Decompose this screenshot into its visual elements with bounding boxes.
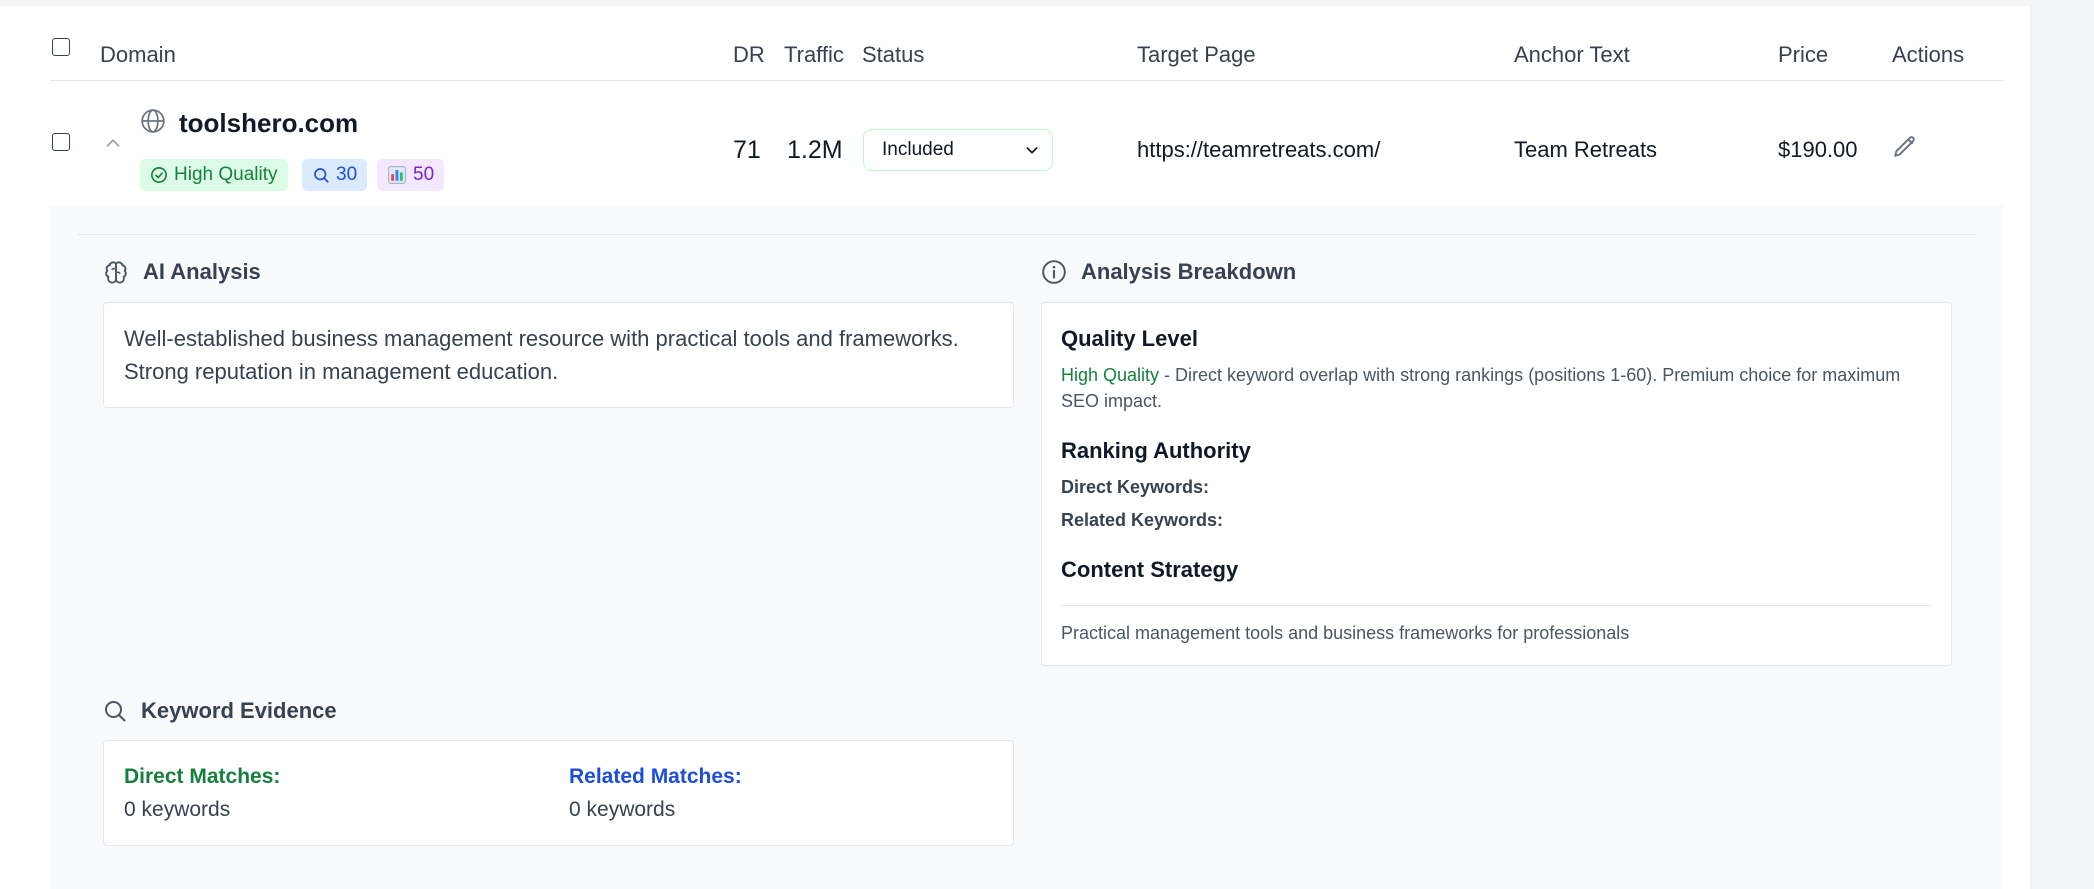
related-matches-value: 0 keywords [569, 798, 676, 821]
content-strategy-heading: Content Strategy [1061, 557, 1239, 582]
column-header-target-page[interactable]: Target Page [1137, 42, 1256, 68]
keyword-count-value: 30 [336, 164, 358, 185]
quality-badge: High Quality [140, 159, 288, 191]
quality-badge-label: High Quality [174, 164, 278, 185]
direct-matches-label: Direct Matches: [124, 765, 281, 788]
analysis-breakdown-title-text: Analysis Breakdown [1081, 259, 1297, 284]
chevron-down-icon [1026, 147, 1038, 154]
bar-chart-icon [388, 166, 406, 184]
ranking-authority-heading: Ranking Authority [1061, 438, 1251, 463]
status-select-value: Included [882, 139, 954, 160]
details-divider [78, 234, 1976, 235]
column-header-status[interactable]: Status [862, 42, 924, 68]
select-all-checkbox[interactable] [52, 38, 70, 56]
keyword-evidence-title: Keyword Evidence [103, 698, 337, 724]
direct-matches-value: 0 keywords [124, 798, 231, 821]
content-strategy-text: Practical management tools and business … [1061, 623, 1630, 643]
traffic-value: 1.2M [787, 136, 843, 164]
column-header-dr[interactable]: DR [733, 42, 765, 68]
direct-keywords-label: Direct Keywords: [1061, 477, 1210, 497]
column-header-traffic[interactable]: Traffic [784, 42, 844, 68]
related-keywords-label: Related Keywords: [1061, 510, 1224, 530]
status-select[interactable]: Included [863, 129, 1053, 171]
globe-icon [141, 109, 165, 133]
pencil-icon[interactable] [1892, 134, 1918, 160]
keyword-evidence-title-text: Keyword Evidence [141, 698, 337, 723]
quality-level-label: High Quality [1061, 365, 1160, 385]
column-header-anchor-text[interactable]: Anchor Text [1514, 42, 1630, 68]
search-icon [105, 701, 126, 722]
chart-count-value: 50 [413, 164, 435, 185]
ai-analysis-title-text: AI Analysis [143, 259, 261, 284]
column-header-actions: Actions [1892, 42, 1965, 67]
keyword-count-badge: 30 [302, 159, 368, 191]
analysis-breakdown-box: Quality Level High Quality - Direct keyw… [1041, 302, 1952, 666]
brain-icon [105, 261, 127, 284]
content-strategy-divider [1061, 605, 1931, 606]
info-icon [1042, 260, 1066, 284]
domain-name[interactable]: toolshero.com [179, 108, 358, 139]
quality-level-description: - Direct keyword overlap with strong ran… [1061, 365, 1901, 411]
check-circle-icon [151, 167, 167, 183]
keyword-evidence-box: Direct Matches: 0 keywords Related Match… [103, 740, 1014, 846]
quality-level-text: High Quality - Direct keyword overlap wi… [1061, 362, 1931, 414]
header-divider [50, 80, 2003, 81]
anchor-text-value: Team Retreats [1514, 137, 1658, 162]
ai-analysis-title: AI Analysis [103, 259, 261, 285]
column-header-price[interactable]: Price [1778, 42, 1828, 68]
column-header-domain[interactable]: Domain [100, 42, 176, 68]
related-matches-label: Related Matches: [569, 765, 742, 788]
search-icon [314, 168, 329, 183]
chart-count-badge: 50 [377, 159, 445, 191]
analysis-breakdown-title: Analysis Breakdown [1041, 259, 1296, 285]
row-checkbox[interactable] [52, 133, 70, 151]
chevron-up-icon[interactable] [102, 132, 124, 154]
price-value: $190.00 [1778, 137, 1858, 162]
ai-analysis-text: Well-established business management res… [124, 326, 959, 384]
ai-analysis-box: Well-established business management res… [103, 302, 1014, 408]
dr-value: 71 [733, 136, 761, 164]
quality-level-heading: Quality Level [1061, 326, 1198, 351]
target-page-link[interactable]: https://teamretreats.com/ [1137, 137, 1380, 163]
